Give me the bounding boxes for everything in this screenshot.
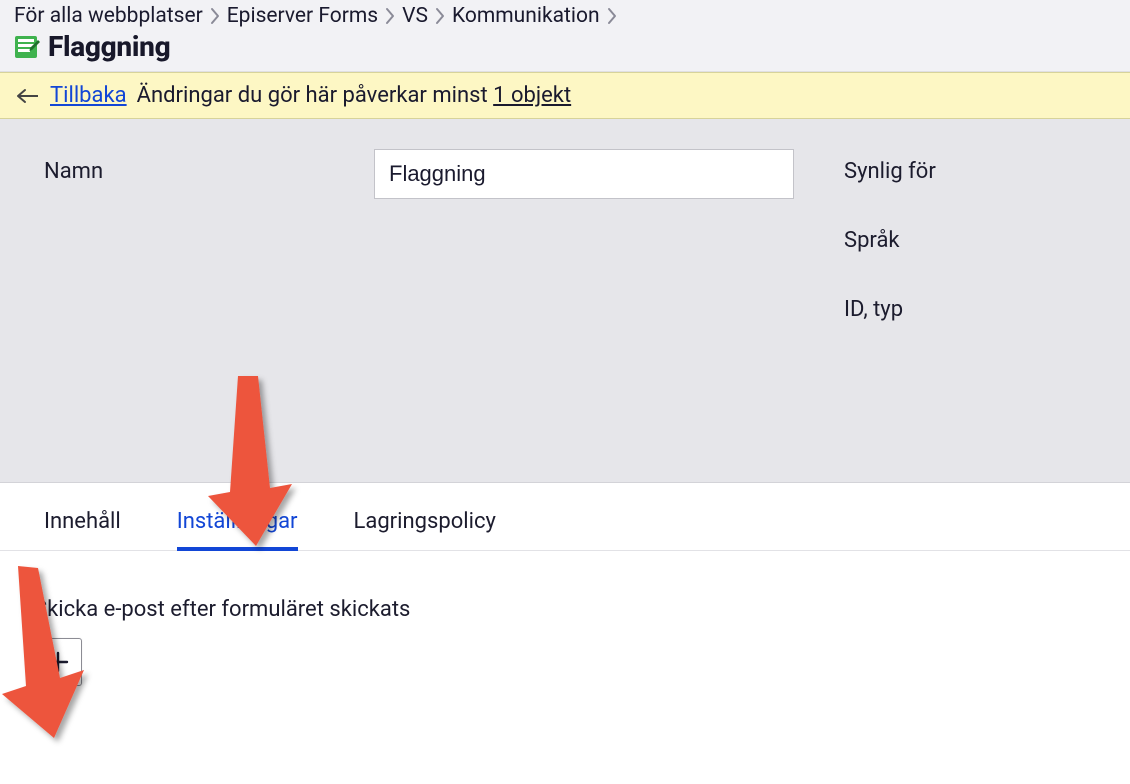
page-title: Flaggning — [48, 30, 170, 63]
add-email-button[interactable] — [34, 638, 82, 686]
tabs: Innehåll Inställningar Lagringspolicy — [0, 483, 1130, 551]
chevron-right-icon — [434, 7, 446, 25]
breadcrumb-item[interactable]: För alla webbplatser — [14, 4, 203, 28]
notice-text: Ändringar du gör här påverkar minst 1 ob… — [137, 83, 572, 108]
visible-for-label: Synlig för — [844, 159, 1086, 184]
language-label: Språk — [844, 228, 1086, 253]
breadcrumb-item[interactable]: Episerver Forms — [227, 4, 378, 28]
settings-panel: Skicka e-post efter formuläret skickats — [0, 551, 1130, 706]
chevron-right-icon — [384, 7, 396, 25]
chevron-right-icon — [606, 7, 618, 25]
breadcrumb-item[interactable]: VS — [402, 4, 428, 28]
changes-notice: Tillbaka Ändringar du gör här påverkar m… — [0, 72, 1130, 119]
tab-content[interactable]: Innehåll — [44, 501, 121, 550]
id-type-label: ID, typ — [844, 297, 1086, 322]
back-link[interactable]: Tillbaka — [50, 83, 127, 108]
back-arrow-icon — [16, 88, 40, 104]
chevron-right-icon — [209, 7, 221, 25]
email-section-label: Skicka e-post efter formuläret skickats — [34, 597, 1096, 622]
breadcrumb-item[interactable]: Kommunikation — [452, 4, 600, 28]
form-icon — [14, 34, 40, 60]
affected-objects-link[interactable]: 1 objekt — [493, 83, 571, 108]
breadcrumb-bar: För alla webbplatser Episerver Forms VS … — [0, 0, 1130, 72]
page-title-row: Flaggning — [14, 28, 1116, 67]
name-input[interactable] — [374, 149, 794, 199]
name-label: Namn — [44, 149, 344, 184]
breadcrumb: För alla webbplatser Episerver Forms VS … — [14, 4, 1116, 28]
plus-icon — [47, 651, 69, 673]
tab-storage[interactable]: Lagringspolicy — [354, 501, 496, 550]
form-header-panel: Namn Synlig för Språk ID, typ — [0, 119, 1130, 483]
tab-settings[interactable]: Inställningar — [177, 501, 298, 551]
